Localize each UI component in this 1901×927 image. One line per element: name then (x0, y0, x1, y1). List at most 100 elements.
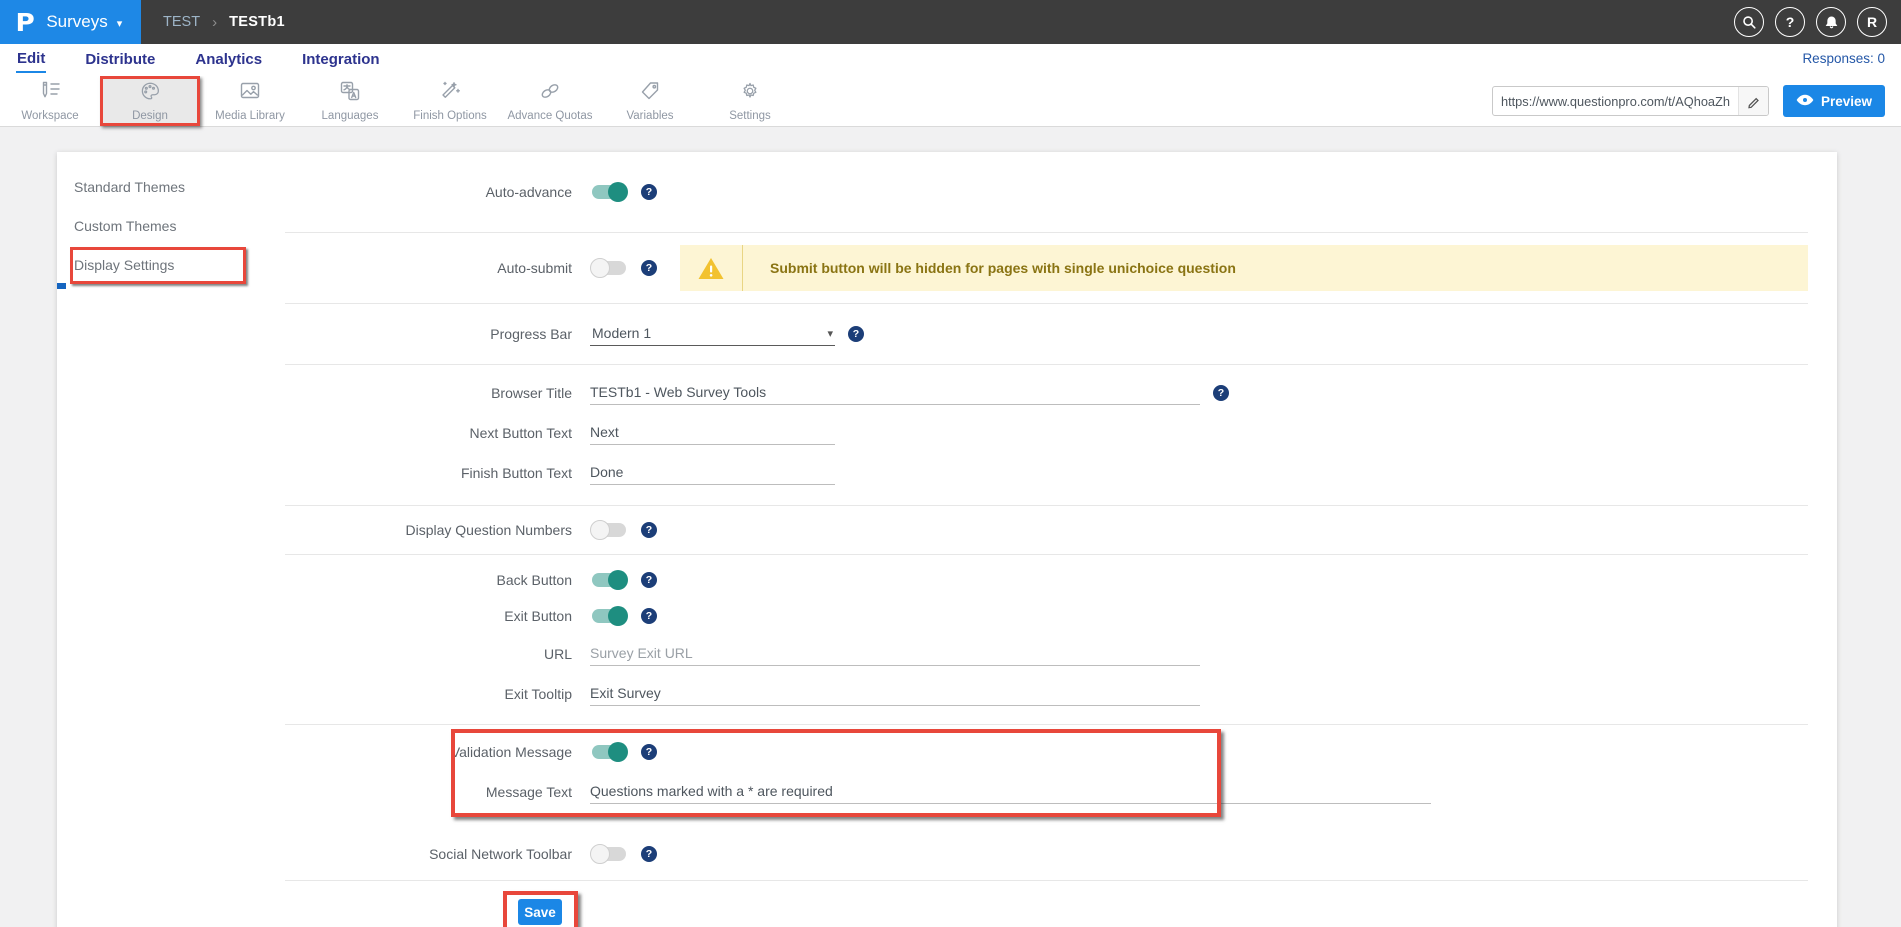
exit-url-input[interactable] (590, 642, 1200, 666)
survey-url-input[interactable] (1493, 94, 1738, 109)
tab-bar: Edit Distribute Analytics Integration Re… (0, 44, 1901, 76)
auto-submit-toggle[interactable] (592, 261, 626, 275)
top-header: P Surveys ▾ TEST › TESTb1 ? R (0, 0, 1901, 44)
sidebar-item-display-settings[interactable]: Display Settings (57, 246, 285, 285)
preview-button-label: Preview (1821, 94, 1872, 109)
help-icon[interactable]: ? (641, 184, 657, 200)
help-icon[interactable]: ? (848, 326, 864, 342)
surveys-menu[interactable]: Surveys ▾ (46, 12, 122, 32)
help-icon[interactable]: ? (641, 608, 657, 624)
exit-url-label: URL (285, 646, 572, 662)
validation-message-row: Validation Message ? (285, 742, 1808, 762)
toolbar-item-advance-quotas[interactable]: Advance Quotas (500, 76, 600, 126)
exit-tooltip-row: Exit Tooltip (285, 682, 1808, 706)
help-icon[interactable]: ? (1775, 7, 1805, 37)
toolbar-item-label: Workspace (21, 110, 78, 122)
next-button-text-input[interactable] (590, 421, 835, 445)
toolbar-item-finish-options[interactable]: Finish Options (400, 76, 500, 126)
help-icon[interactable]: ? (641, 260, 657, 276)
browser-title-input[interactable] (590, 381, 1200, 405)
header-icon-group: ? R (1734, 7, 1887, 37)
survey-toolbar: Workspace Design Media Library Languages… (0, 76, 1901, 127)
back-button-label: Back Button (285, 572, 572, 588)
tab-analytics[interactable]: Analytics (194, 48, 263, 72)
message-text-row: Message Text (285, 780, 1808, 804)
auto-submit-group: Auto-submit ? Submit button will be hidd… (285, 233, 1808, 304)
sidebar-item-standard-themes[interactable]: Standard Themes (57, 168, 285, 207)
progress-bar-group: Progress Bar Modern 1 ▾ ? (285, 304, 1808, 365)
exit-button-row: Exit Button ? (285, 606, 1808, 626)
breadcrumb-separator-icon: › (212, 14, 217, 31)
toolbar-item-settings[interactable]: Settings (700, 76, 800, 126)
display-question-numbers-group: Display Question Numbers ? (285, 506, 1808, 555)
edit-url-pencil-icon[interactable] (1738, 87, 1768, 115)
validation-message-toggle[interactable] (592, 745, 626, 759)
toolbar-item-label: Design (132, 110, 168, 122)
social-network-toolbar-toggle[interactable] (592, 847, 626, 861)
display-question-numbers-row: Display Question Numbers ? (285, 520, 1808, 540)
toolbar-item-label: Variables (626, 110, 673, 122)
social-network-toolbar-label: Social Network Toolbar (285, 846, 572, 862)
breadcrumb-current: TESTb1 (229, 14, 285, 30)
breadcrumb-parent[interactable]: TEST (163, 14, 200, 30)
progress-bar-select[interactable]: Modern 1 ▾ (590, 322, 835, 346)
avatar[interactable]: R (1857, 7, 1887, 37)
settings-icon (738, 80, 762, 107)
sidebar-item-custom-themes[interactable]: Custom Themes (57, 207, 285, 246)
help-icon[interactable]: ? (641, 522, 657, 538)
back-button-row: Back Button ? (285, 570, 1808, 590)
breadcrumb: TEST › TESTb1 (163, 14, 285, 31)
preview-button[interactable]: Preview (1783, 85, 1885, 117)
help-icon[interactable]: ? (1213, 385, 1229, 401)
eye-icon (1796, 93, 1814, 110)
save-group: Save (285, 881, 1808, 927)
tab-integration[interactable]: Integration (301, 48, 381, 72)
help-icon[interactable]: ? (641, 744, 657, 760)
help-icon[interactable]: ? (641, 846, 657, 862)
warning-divider (742, 245, 743, 291)
exit-button-toggle[interactable] (592, 609, 626, 623)
tab-distribute[interactable]: Distribute (84, 48, 156, 72)
tab-edit[interactable]: Edit (16, 47, 46, 73)
display-question-numbers-toggle[interactable] (592, 523, 626, 537)
chevron-down-icon: ▾ (117, 15, 123, 30)
message-text-input[interactable] (590, 780, 1431, 804)
toolbar-item-variables[interactable]: Variables (600, 76, 700, 126)
sidebar-item-label: Display Settings (74, 257, 174, 273)
display-settings-panel: Standard Themes Custom Themes Display Se… (57, 152, 1837, 927)
page-content: Standard Themes Custom Themes Display Se… (0, 127, 1901, 927)
save-button[interactable]: Save (518, 899, 562, 925)
toolbar-item-label: Finish Options (413, 110, 487, 122)
progress-bar-label: Progress Bar (285, 326, 572, 342)
back-button-toggle[interactable] (592, 573, 626, 587)
auto-submit-label: Auto-submit (285, 260, 572, 276)
finish-button-text-row: Finish Button Text (285, 461, 1808, 485)
help-icon[interactable]: ? (641, 572, 657, 588)
exit-button-label: Exit Button (285, 608, 572, 624)
toolbar-item-languages[interactable]: Languages (300, 76, 400, 126)
search-icon[interactable] (1734, 7, 1764, 37)
toolbar-item-workspace[interactable]: Workspace (0, 76, 100, 126)
exit-tooltip-input[interactable] (590, 682, 1200, 706)
auto-submit-row: Auto-submit ? Submit button will be hidd… (285, 245, 1808, 291)
warning-text: Submit button will be hidden for pages w… (770, 260, 1236, 276)
toolbar-item-design[interactable]: Design (100, 76, 200, 126)
responses-count[interactable]: Responses: 0 (1802, 51, 1885, 66)
browser-title-label: Browser Title (285, 385, 572, 401)
browser-title-row: Browser Title ? (285, 381, 1808, 405)
auto-advance-toggle[interactable] (592, 185, 626, 199)
toolbar-item-media-library[interactable]: Media Library (200, 76, 300, 126)
exit-tooltip-label: Exit Tooltip (285, 686, 572, 702)
survey-url-group (1492, 86, 1769, 116)
social-network-toolbar-group: Social Network Toolbar ? (285, 836, 1808, 881)
social-network-toolbar-row: Social Network Toolbar ? (285, 844, 1808, 864)
active-item-indicator (57, 283, 66, 289)
warning-triangle-icon (680, 256, 742, 281)
next-button-text-label: Next Button Text (285, 425, 572, 441)
auto-advance-label: Auto-advance (285, 184, 572, 200)
languages-icon (338, 80, 362, 107)
notifications-bell-icon[interactable] (1816, 7, 1846, 37)
brand-area: P Surveys ▾ (0, 0, 141, 44)
validation-message-label: Validation Message (285, 744, 572, 760)
finish-button-text-input[interactable] (590, 461, 835, 485)
